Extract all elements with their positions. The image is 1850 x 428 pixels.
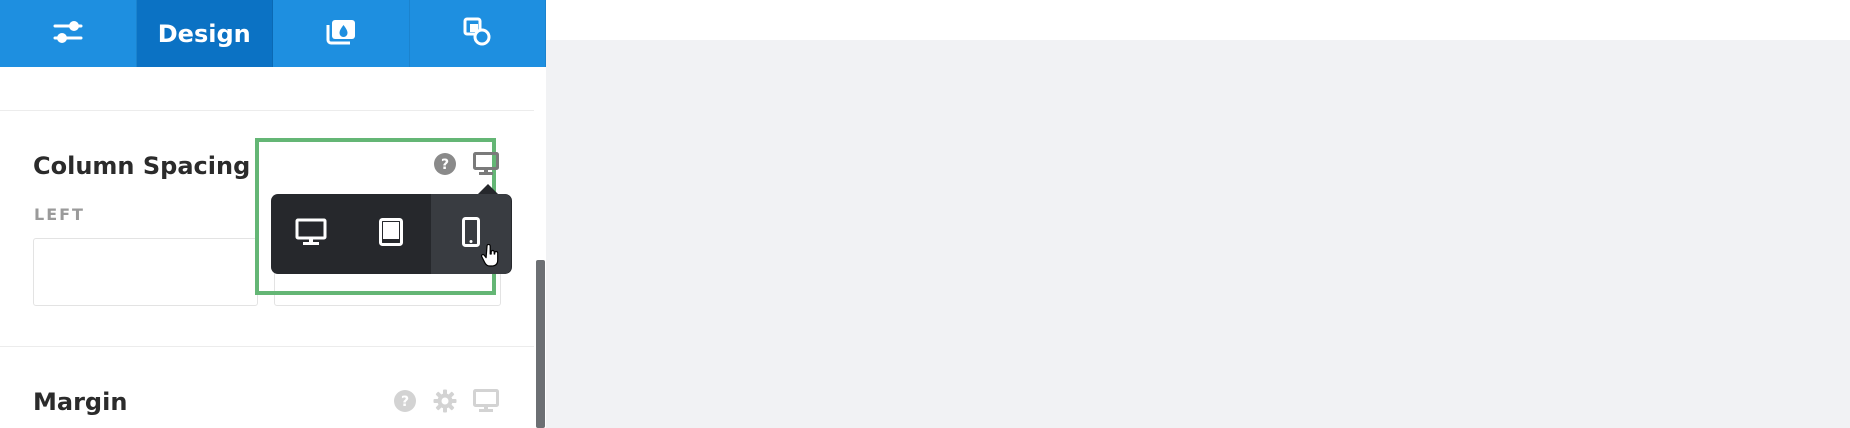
- tab-shapes[interactable]: [410, 0, 546, 67]
- left-field-label: LEFT: [34, 205, 85, 224]
- desktop-icon: [295, 218, 327, 250]
- popup-tablet-option[interactable]: [351, 194, 431, 274]
- panel-scrollbar-thumb[interactable]: [536, 260, 545, 428]
- tab-design-label: Design: [157, 19, 251, 48]
- panel-tab-bar: Design: [0, 0, 546, 67]
- hand-cursor-icon: [481, 243, 499, 272]
- section-divider: [0, 346, 534, 347]
- preview-top-bar: [546, 0, 1850, 40]
- column-spacing-help-icon[interactable]: ?: [432, 151, 458, 177]
- preview-canvas: [546, 40, 1850, 428]
- left-spacing-input[interactable]: [33, 238, 258, 306]
- margin-desktop-icon[interactable]: [472, 388, 500, 414]
- svg-text:?: ?: [441, 157, 449, 173]
- mobile-icon: [462, 217, 480, 251]
- svg-text:?: ?: [401, 394, 409, 410]
- section-divider: [0, 110, 534, 111]
- sliders-icon: [53, 19, 83, 49]
- shapes-icon: [462, 17, 492, 51]
- popup-mobile-option[interactable]: [431, 194, 511, 274]
- tab-general[interactable]: [0, 0, 137, 67]
- margin-help-icon[interactable]: ?: [392, 388, 418, 414]
- column-spacing-title: Column Spacing: [33, 152, 251, 180]
- tab-design[interactable]: Design: [136, 0, 273, 67]
- popup-arrow: [478, 184, 498, 194]
- column-spacing-desktop-icon[interactable]: [472, 151, 500, 177]
- tablet-icon: [379, 218, 403, 250]
- photo-stack-icon: [325, 18, 357, 50]
- popup-desktop-option[interactable]: [271, 194, 351, 274]
- margin-title: Margin: [33, 388, 128, 416]
- margin-gear-icon[interactable]: [432, 388, 458, 414]
- responsive-popup: [271, 194, 512, 274]
- tab-layers[interactable]: [273, 0, 410, 67]
